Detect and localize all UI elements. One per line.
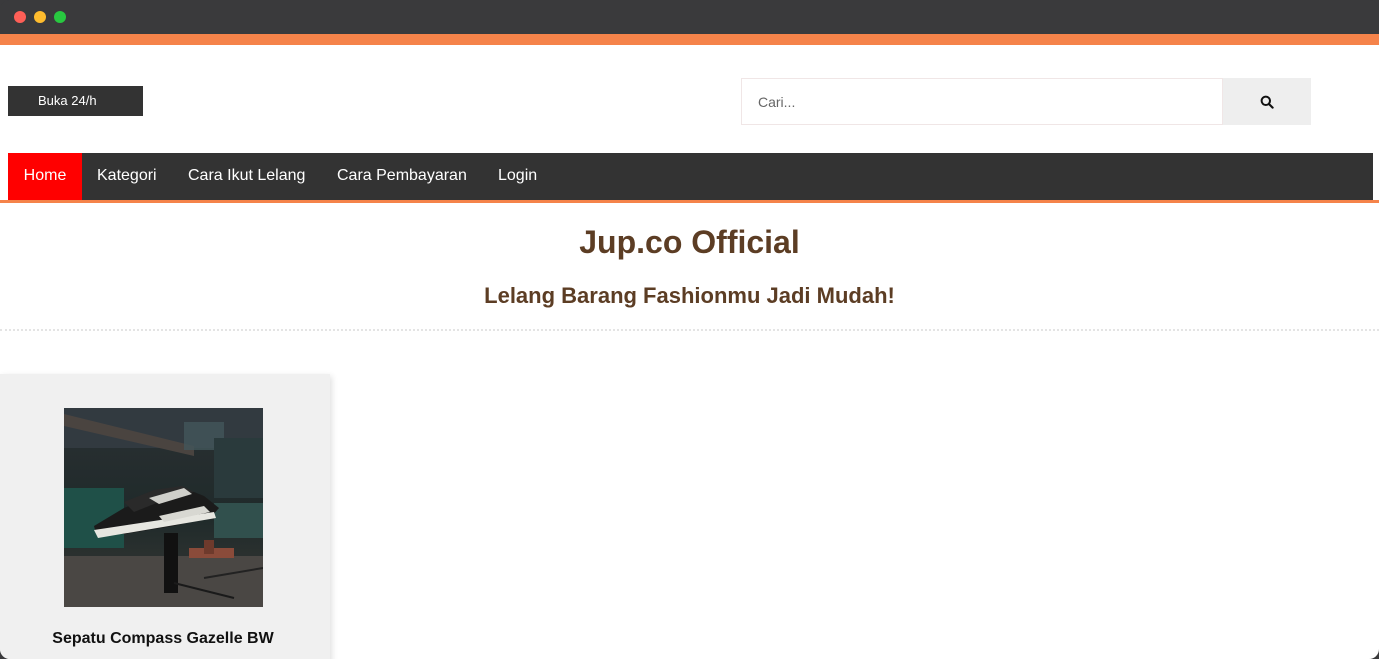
nav-item-home[interactable]: Home [8,153,82,200]
search-input[interactable] [741,78,1223,125]
site-title: Jup.co Official [579,224,800,260]
nav-item-kategori[interactable]: Kategori [97,153,157,200]
section-divider [0,329,1379,331]
search-button[interactable] [1223,78,1311,125]
open-hours-badge: Buka 24/h [8,86,143,116]
web-page: Buka 24/h Home Kategori Cara Ikut Lelang… [0,34,1379,659]
nav-bottom-accent [0,200,1379,203]
nav-item-cara-ikut-lelang[interactable]: Cara Ikut Lelang [188,153,305,200]
close-window-button[interactable] [14,11,26,23]
nav-item-login[interactable]: Login [498,153,537,200]
minimize-window-button[interactable] [34,11,46,23]
browser-window: Buka 24/h Home Kategori Cara Ikut Lelang… [0,0,1379,659]
maximize-window-button[interactable] [54,11,66,23]
window-titlebar [0,0,1379,34]
main-navigation: Home Kategori Cara Ikut Lelang Cara Pemb… [8,153,1373,200]
top-accent-bar [0,34,1379,45]
product-name[interactable]: Sepatu Compass Gazelle BW [0,630,326,648]
search-form [741,78,1311,125]
search-icon [1260,95,1274,109]
site-subtitle: Lelang Barang Fashionmu Jadi Mudah! [484,283,895,308]
product-image[interactable] [64,408,263,607]
product-card[interactable]: Sepatu Compass Gazelle BW [0,374,330,659]
nav-item-cara-pembayaran[interactable]: Cara Pembayaran [337,153,467,200]
